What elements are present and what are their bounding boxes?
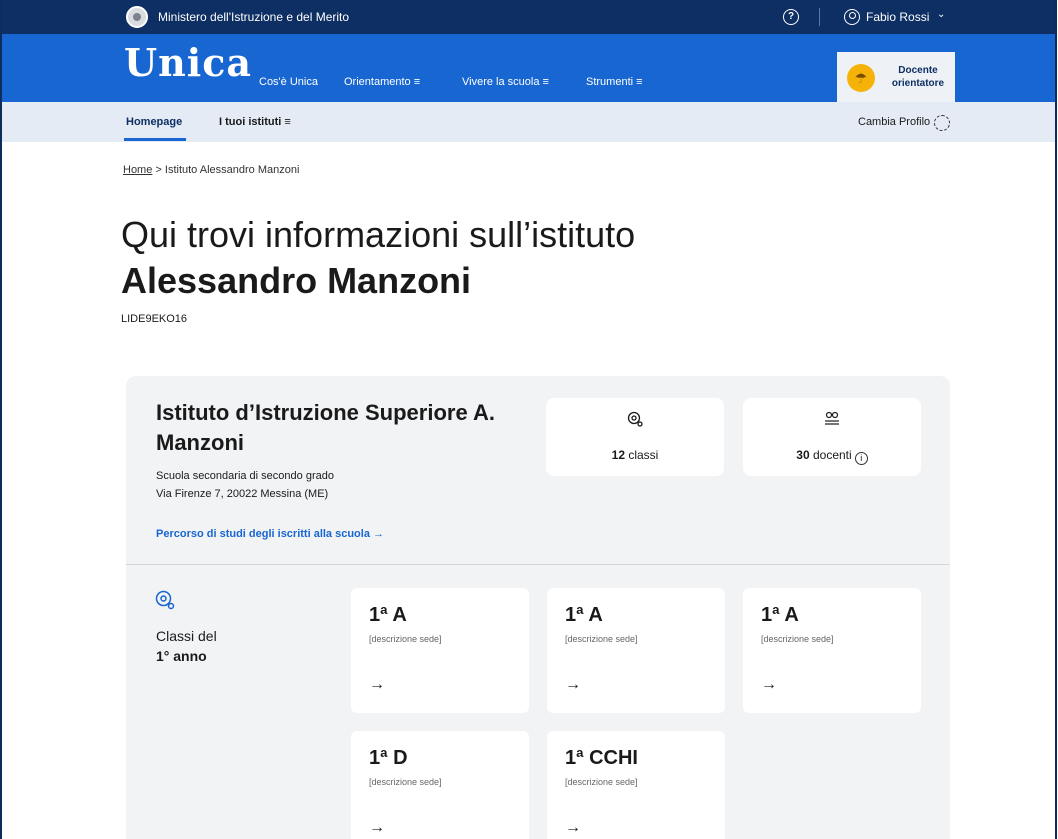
school-name: Istituto d’Istruzione Superiore A. Manzo…	[156, 400, 495, 455]
class-card[interactable]: 1ª D [descrizione sede] →	[351, 731, 529, 839]
class-description: [descrizione sede]	[565, 634, 638, 644]
class-card[interactable]: 1ª A [descrizione sede] →	[547, 588, 725, 713]
class-description: [descrizione sede]	[369, 777, 442, 787]
switch-profile-icon[interactable]	[934, 115, 950, 131]
stat-docenti: 30 docenti i	[743, 448, 921, 465]
nav-link-strumenti[interactable]: Strumenti ≡	[586, 76, 643, 88]
role-switcher[interactable]: ☂ Docente orientatore	[837, 52, 955, 102]
classroom-icon	[155, 590, 175, 610]
page-title: Qui trovi informazioni sull’istituto	[121, 214, 636, 255]
class-card[interactable]: 1ª CCHI [descrizione sede] →	[547, 731, 725, 839]
role-label: Docente orientatore	[891, 65, 945, 89]
stat-classi-label: classi	[625, 448, 659, 462]
tab-tuoi-istituti[interactable]: I tuoi istituti ≡	[219, 116, 291, 128]
class-description: [descrizione sede]	[369, 634, 442, 644]
teachers-icon	[825, 411, 839, 425]
class-name: 1ª A	[761, 604, 799, 626]
ministry-name[interactable]: Ministero dell'Istruzione e del Merito	[158, 10, 349, 24]
ministry-emblem-icon	[126, 6, 148, 28]
classi-section-year: 1° anno	[156, 648, 207, 664]
user-menu-name[interactable]: Fabio Rossi	[866, 10, 929, 24]
class-card[interactable]: 1ª A [descrizione sede] →	[743, 588, 921, 713]
classroom-icon	[627, 411, 643, 427]
percorso-studi-link[interactable]: Percorso di studi degli iscritti alla sc…	[156, 528, 384, 540]
stat-docenti-label: docenti	[809, 448, 852, 462]
unica-logo[interactable]: Unica	[124, 40, 252, 85]
classi-section-label: Classi del	[156, 628, 217, 644]
tab-homepage[interactable]: Homepage	[126, 116, 182, 128]
page-title-school: Alessandro Manzoni	[121, 260, 472, 301]
nav-link-orientamento[interactable]: Orientamento ≡	[344, 76, 420, 88]
arrow-right-icon[interactable]: →	[369, 676, 385, 694]
class-card[interactable]: 1ª A [descrizione sede] →	[351, 588, 529, 713]
arrow-right-icon[interactable]: →	[565, 676, 581, 694]
class-name: 1ª A	[565, 604, 603, 626]
main-nav: Unica Cos'è Unica Orientamento ≡ Vivere …	[2, 34, 1055, 102]
school-info-panel: Istituto d’Istruzione Superiore A. Manzo…	[126, 376, 950, 839]
breadcrumb-separator: >	[152, 164, 165, 176]
ministry-bar: Ministero dell'Istruzione e del Merito ?…	[2, 0, 1055, 34]
arrow-right-icon[interactable]: →	[565, 819, 581, 837]
breadcrumb: Home > Istituto Alessandro Manzoni	[123, 164, 299, 176]
class-name: 1ª CCHI	[565, 747, 638, 769]
stat-card-docenti: 30 docenti i	[743, 398, 921, 476]
class-description: [descrizione sede]	[761, 634, 834, 644]
ministry-divider	[819, 8, 820, 26]
class-name: 1ª D	[369, 747, 408, 769]
breadcrumb-current: Istituto Alessandro Manzoni	[164, 164, 300, 176]
school-type: Scuola secondaria di secondo grado	[156, 470, 334, 482]
breadcrumb-home[interactable]: Home	[123, 164, 152, 176]
user-icon[interactable]	[844, 9, 860, 25]
stat-classi-count: 12	[611, 448, 625, 462]
panel-divider	[126, 564, 950, 565]
stat-card-classi: 12 classi	[546, 398, 724, 476]
frame-right-border	[1055, 0, 1057, 839]
school-address: Via Firenze 7, 20022 Messina (ME)	[156, 488, 329, 500]
active-tab-indicator	[124, 138, 186, 141]
help-icon[interactable]: ?	[783, 9, 799, 25]
stat-docenti-count: 30	[796, 448, 810, 462]
nav-link-cose-unica[interactable]: Cos'è Unica	[259, 76, 318, 88]
nav-link-vivere-la-scuola[interactable]: Vivere la scuola ≡	[462, 76, 549, 88]
arrow-right-icon[interactable]: →	[761, 676, 777, 694]
role-avatar-icon: ☂	[847, 64, 875, 92]
info-icon[interactable]: i	[854, 452, 868, 465]
school-code: LIDE9EKO16	[121, 313, 188, 325]
stat-classi: 12 classi	[546, 448, 724, 462]
sub-nav: Homepage I tuoi istituti ≡ Cambia Profil…	[2, 102, 1055, 142]
arrow-right-icon[interactable]: →	[369, 819, 385, 837]
class-name: 1ª A	[369, 604, 407, 626]
cambia-profilo-link[interactable]: Cambia Profilo	[858, 116, 930, 128]
chevron-down-icon[interactable]: ⌄	[937, 9, 945, 20]
class-description: [descrizione sede]	[565, 777, 638, 787]
